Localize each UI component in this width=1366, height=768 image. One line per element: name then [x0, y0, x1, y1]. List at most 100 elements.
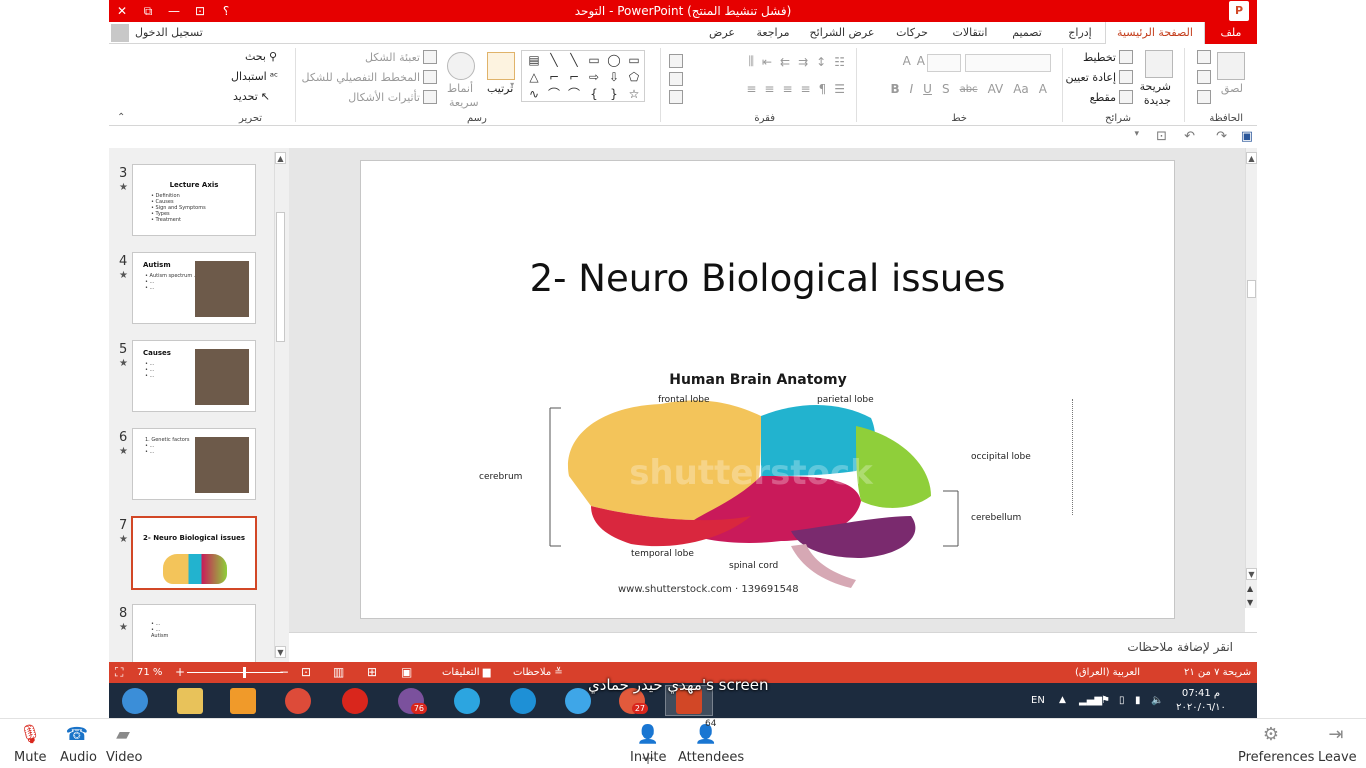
redo-icon[interactable]: ↷ [1216, 129, 1227, 144]
format-painter-icon[interactable] [1197, 90, 1211, 104]
next-slide-icon[interactable]: ▼ [1247, 598, 1253, 607]
file-explorer-taskbar-button[interactable] [166, 685, 214, 716]
new-slide-button-line2[interactable]: جديدة [1144, 94, 1171, 107]
char-spacing-icon[interactable]: AV [988, 82, 1004, 96]
underline-icon[interactable]: U [923, 82, 932, 96]
tab-1[interactable]: الصفحة الرئيسية [1105, 22, 1205, 44]
slide-scroll-down-icon[interactable]: ▼ [1246, 568, 1257, 580]
grow-font-icon[interactable]: A [903, 54, 911, 68]
slide-scroll-up-icon[interactable]: ▲ [1246, 152, 1257, 164]
mute-button[interactable]: 🎙 Mute [14, 723, 47, 765]
slide-thumbnail[interactable]: 1. Genetic factors • ... • ... [132, 428, 256, 500]
input-language[interactable]: EN [1031, 683, 1045, 718]
tab-6[interactable]: عرض الشرائح [801, 22, 883, 44]
justify-icon[interactable]: ≡ [801, 82, 811, 96]
opera-taskbar-button[interactable] [331, 685, 379, 716]
shrink-font-icon[interactable]: A [917, 54, 925, 68]
paragraph-row-1[interactable]: ⫼ ⇤ ⇇ ⇉ ↕ ☷ [748, 54, 845, 69]
shape-fill-button[interactable]: تعبئة الشكل [365, 50, 437, 64]
scrollbar-thumb[interactable] [276, 212, 285, 342]
tab-2[interactable]: إدراج [1055, 22, 1105, 44]
section-button[interactable]: مقطع [1090, 90, 1133, 104]
slide-title[interactable]: 2- Neuro Biological issues [361, 257, 1174, 300]
bold-icon[interactable]: B [890, 82, 899, 96]
new-slide-button[interactable]: شريحة [1140, 80, 1171, 93]
change-case-icon[interactable]: Aa [1013, 82, 1029, 96]
font-color-icon[interactable]: A [1039, 82, 1047, 96]
notes-pane[interactable]: انقر لإضافة ملاحظات [289, 632, 1257, 662]
attendees-button[interactable]: 👤 Attendees [678, 723, 744, 765]
device-icon[interactable]: ▯ [1119, 683, 1125, 718]
align-text-icon[interactable] [669, 72, 683, 86]
sign-in[interactable]: تسجيل الدخول [111, 24, 203, 42]
reading-view-icon[interactable]: ▥ [333, 662, 344, 683]
security-icon[interactable]: ⚑ [1101, 683, 1110, 718]
slide-thumbnail[interactable]: Causes • ... • ... • ... [132, 340, 256, 412]
italic-icon[interactable]: I [910, 82, 914, 96]
smartart-icon[interactable] [669, 90, 683, 104]
telegram-taskbar-button[interactable] [443, 685, 491, 716]
previous-slide-icon[interactable]: ▲ [1247, 584, 1253, 593]
zoom-slider[interactable] [187, 672, 283, 673]
viber-taskbar-button[interactable]: 76 [387, 685, 435, 716]
windows-start-taskbar-button[interactable] [111, 685, 159, 716]
shadow-icon[interactable]: S [942, 82, 950, 96]
tab-0[interactable]: ملف [1205, 22, 1257, 44]
rtl-icon[interactable]: ⇤ [762, 55, 772, 69]
tab-7[interactable]: مراجعة [745, 22, 801, 44]
taskbar-clock[interactable]: 07:41 م ٢٠٢٠/٠٦/١٠ [1171, 687, 1231, 715]
font-name-box[interactable] [965, 54, 1051, 72]
slide-thumbnail[interactable]: 2- Neuro Biological issues [131, 516, 257, 590]
copy-icon[interactable] [1197, 70, 1211, 84]
leave-button[interactable]: ⇥ Leave [1318, 723, 1357, 765]
zoom-slider-knob[interactable] [242, 667, 246, 678]
cut-icon[interactable] [1197, 50, 1211, 64]
layout-button[interactable]: تخطيط [1083, 50, 1133, 64]
quick-styles-icon[interactable] [447, 52, 475, 80]
align-right-icon[interactable]: ≡ [746, 82, 756, 96]
slide-thumbnail[interactable]: Lecture Axis • Definition • Causes • Sign a… [132, 164, 256, 236]
language-indicator[interactable]: العربية (العراق) [1075, 662, 1140, 683]
align-left-icon[interactable]: ≡ [782, 82, 792, 96]
numbering-icon[interactable]: ☷ [834, 55, 845, 69]
tab-4[interactable]: انتقالات [941, 22, 999, 44]
slide-scrollbar[interactable]: ▲ ▼ ▲ ▼ [1245, 148, 1257, 608]
columns-icon[interactable]: ⫼ [748, 54, 754, 69]
scroll-down-icon[interactable]: ▼ [275, 646, 286, 658]
slide-scroll-thumb[interactable] [1247, 280, 1256, 298]
customize-qat-icon[interactable]: ▾ [1134, 129, 1139, 139]
replace-button[interactable]: استبدال ᵃᶜ [231, 70, 278, 83]
slideshow-view-icon[interactable]: ⊡ [301, 662, 311, 683]
font-format-buttons[interactable]: B I U S abc AV Aa A [890, 82, 1047, 96]
shapes-gallery[interactable]: ▤ ╲ ╲ ▭ ◯ ▭ △ ⌐ ⌐ ⇨ ⇩ ⬠ ∿ ⌒ ⌒ {} ☆ [521, 50, 645, 102]
paragraph-row-2[interactable]: ≡ ≡ ≡ ≡ ¶ ☰ [746, 82, 845, 96]
bullets-icon[interactable]: ☰ [834, 82, 845, 96]
find-button[interactable]: بحث ⚲ [245, 50, 277, 63]
network-icon[interactable]: ▂▄▆ [1079, 683, 1102, 718]
paste-icon[interactable] [1217, 52, 1245, 80]
current-slide[interactable]: 2- Neuro Biological issues Human Brain A… [360, 160, 1175, 619]
text-direction-box-icon[interactable] [669, 54, 683, 68]
video-button[interactable]: ▰ Video [106, 723, 142, 765]
zoom-in-icon[interactable]: + [175, 662, 185, 683]
start-slideshow-icon[interactable]: ⊡ [1156, 129, 1167, 144]
shape-outline-button[interactable]: المخطط التفصيلي للشكل [302, 70, 437, 84]
internet-explorer-taskbar-button[interactable] [499, 685, 547, 716]
tab-3[interactable]: تصميم [999, 22, 1055, 44]
slide-thumbnail[interactable]: Autism • Autism spectrum ... • ... • ... [132, 252, 256, 324]
show-hidden-icons-icon[interactable]: ▲ [1059, 683, 1066, 718]
notes-button[interactable]: ملاحظات ≚ [513, 662, 563, 683]
select-button[interactable]: تحديد ↖ [233, 90, 270, 103]
font-size-box[interactable] [927, 54, 961, 72]
normal-view-icon[interactable]: ▣ [401, 662, 412, 683]
decrease-indent-icon[interactable]: ⇇ [780, 55, 790, 69]
align-center-icon[interactable]: ≡ [764, 82, 774, 96]
zoom-out-icon[interactable]: − [279, 662, 289, 683]
text-direction-icon[interactable]: ¶ [819, 82, 827, 96]
invite-button[interactable]: 👤+ Invite [630, 723, 666, 768]
scroll-up-icon[interactable]: ▲ [275, 152, 286, 164]
quick-styles-button-line2[interactable]: سريعة [449, 96, 479, 109]
volume-icon[interactable]: 🔈 [1151, 683, 1163, 718]
collapse-ribbon-icon[interactable]: ⌃ [117, 112, 125, 123]
arrange-icon[interactable] [487, 52, 515, 80]
